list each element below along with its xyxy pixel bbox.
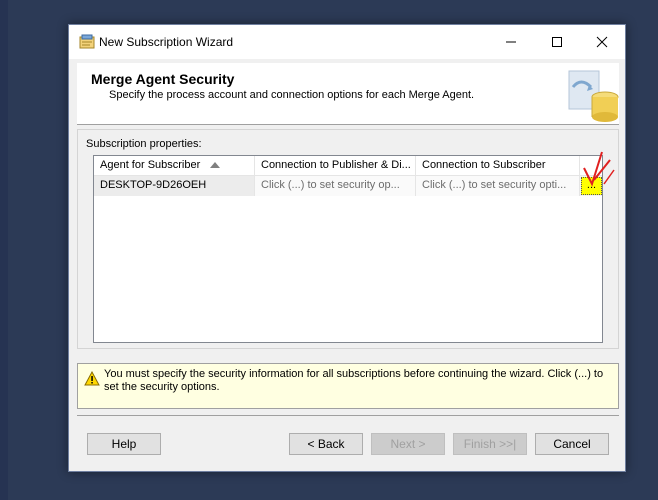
warning-text: You must specify the security informatio…	[104, 368, 604, 393]
warning-panel: You must specify the security informatio…	[77, 363, 619, 409]
table-row[interactable]: DESKTOP-9D26OEH Click (...) to set secur…	[94, 176, 602, 196]
close-button[interactable]	[579, 25, 625, 59]
page-subtitle: Specify the process account and connecti…	[109, 89, 475, 101]
subscriber-connection-cell[interactable]: Click (...) to set security opti...	[416, 176, 580, 196]
page-title: Merge Agent Security	[91, 71, 235, 87]
window-title: New Subscription Wizard	[99, 35, 234, 49]
subscription-grid[interactable]: Agent for Subscriber Connection to Publi…	[93, 155, 603, 343]
desktop-background	[0, 0, 8, 500]
column-header-agent[interactable]: Agent for Subscriber	[94, 156, 255, 176]
back-button[interactable]: < Back	[289, 433, 363, 455]
cancel-button[interactable]: Cancel	[535, 433, 609, 455]
sort-ascending-icon	[210, 162, 220, 168]
close-icon	[596, 36, 608, 48]
subscription-properties-label: Subscription properties:	[86, 138, 202, 150]
footer-divider	[77, 415, 619, 416]
maximize-button[interactable]	[534, 25, 580, 59]
minimize-icon	[506, 41, 516, 43]
column-header-publisher-connection[interactable]: Connection to Publisher & Di...	[255, 156, 416, 176]
wizard-window: New Subscription Wizard Merge Agent Secu…	[68, 24, 626, 472]
agent-cell[interactable]: DESKTOP-9D26OEH	[94, 176, 255, 196]
publisher-connection-cell[interactable]: Click (...) to set security op...	[255, 176, 416, 196]
title-bar[interactable]: New Subscription Wizard	[69, 25, 625, 59]
column-header-subscriber-connection[interactable]: Connection to Subscriber	[416, 156, 580, 176]
wizard-header: Merge Agent Security Specify the process…	[77, 63, 619, 125]
help-button[interactable]: Help	[87, 433, 161, 455]
grid-header: Agent for Subscriber Connection to Publi…	[94, 156, 602, 176]
warning-icon	[84, 371, 100, 386]
finish-button[interactable]: Finish >>|	[453, 433, 527, 455]
next-button[interactable]: Next >	[371, 433, 445, 455]
security-settings-button[interactable]: ...	[581, 177, 602, 195]
column-header-agent-label: Agent for Subscriber	[100, 159, 201, 171]
minimize-button[interactable]	[488, 25, 534, 59]
database-banner-icon	[568, 70, 619, 122]
maximize-icon	[552, 37, 562, 47]
wizard-icon	[79, 34, 95, 49]
